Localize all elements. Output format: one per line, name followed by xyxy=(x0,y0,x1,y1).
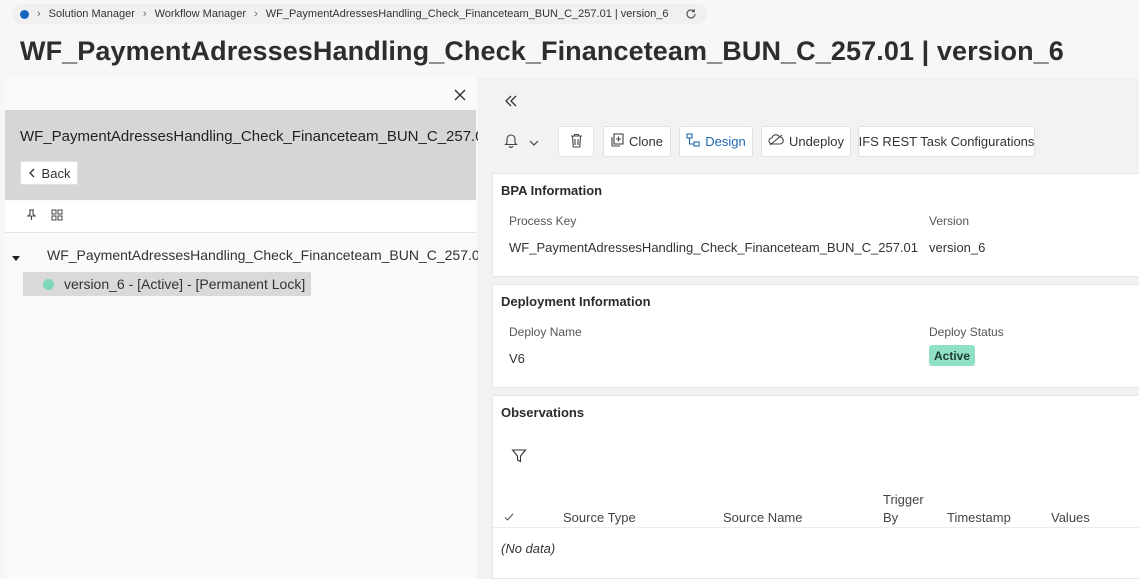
navigator-header: WF_PaymentAdressesHandling_Check_Finance… xyxy=(5,110,492,200)
column-header-trigger[interactable]: Trigger xyxy=(883,491,924,508)
chevron-down-icon xyxy=(529,134,539,149)
rest-task-configurations-button[interactable]: IFS REST Task Configurations xyxy=(858,126,1035,157)
workflow-name: WF_PaymentAdressesHandling_Check_Finance… xyxy=(20,128,492,145)
trash-icon xyxy=(570,133,583,151)
navigator-panel: WF_PaymentAdressesHandling_Check_Finance… xyxy=(5,78,492,579)
back-button[interactable]: Back xyxy=(20,161,78,185)
version-value: version_6 xyxy=(929,240,986,255)
column-header-source-type[interactable]: Source Type xyxy=(563,509,636,526)
deploy-name-label: Deploy Name xyxy=(509,325,582,339)
detail-panel: Clone Design Undeploy IFS REST Task Conf… xyxy=(478,78,1139,579)
card-title: Deployment Information xyxy=(501,294,651,309)
home-icon[interactable] xyxy=(20,9,29,19)
observations-table-header: Source Type Source Name Trigger By Times… xyxy=(493,484,1139,528)
empty-table-message: (No data) xyxy=(501,541,556,556)
column-header-by[interactable]: By xyxy=(883,509,898,526)
bpa-information-card: BPA Information Process Key WF_PaymentAd… xyxy=(492,173,1139,277)
breadcrumb-item-current: WF_PaymentAdressesHandling_Check_Finance… xyxy=(265,8,669,20)
undeploy-button[interactable]: Undeploy xyxy=(761,126,851,157)
column-header-values[interactable]: Values xyxy=(1051,509,1090,526)
close-icon[interactable] xyxy=(452,87,468,103)
chevron-left-icon xyxy=(28,166,36,181)
tree-toolbar xyxy=(5,201,476,233)
chevron-right-icon: › xyxy=(142,8,147,20)
clone-icon xyxy=(611,133,624,150)
refresh-icon[interactable] xyxy=(685,8,697,20)
command-toolbar: Clone Design Undeploy IFS REST Task Conf… xyxy=(478,126,1139,158)
tree-node-label: version_6 - [Active] - [Permanent Lock] xyxy=(64,276,306,292)
process-key-value: WF_PaymentAdressesHandling_Check_Finance… xyxy=(509,240,918,255)
observations-card: Observations Source Type Source Name Tri… xyxy=(492,395,1139,579)
active-status-dot xyxy=(43,278,54,290)
notification-button[interactable] xyxy=(496,126,546,157)
check-icon[interactable] xyxy=(503,510,515,522)
delete-button[interactable] xyxy=(558,126,594,157)
tree-node-version[interactable]: version_6 - [Active] - [Permanent Lock] xyxy=(23,272,312,296)
design-icon xyxy=(686,133,700,150)
bell-icon xyxy=(503,132,518,151)
pin-icon[interactable] xyxy=(26,208,37,226)
chevron-right-icon: › xyxy=(254,8,258,20)
version-label: Version xyxy=(929,214,970,228)
hierarchy-icon[interactable] xyxy=(51,208,63,226)
tree-node-label: WF_PaymentAdressesHandling_Check_Finance… xyxy=(47,247,488,263)
column-header-source-name[interactable]: Source Name xyxy=(723,509,802,526)
page-title: WF_PaymentAdressesHandling_Check_Finance… xyxy=(20,36,1064,66)
deploy-name-value: V6 xyxy=(509,351,525,366)
clone-button[interactable]: Clone xyxy=(603,126,671,157)
chevron-right-icon: › xyxy=(37,8,41,20)
undeploy-icon xyxy=(768,134,784,149)
breadcrumb: › Solution Manager › Workflow Manager › … xyxy=(12,4,707,24)
design-button[interactable]: Design xyxy=(679,126,753,157)
undeploy-label: Undeploy xyxy=(789,134,844,149)
process-key-label: Process Key xyxy=(509,214,577,228)
column-header-timestamp[interactable]: Timestamp xyxy=(947,509,1011,526)
card-title: BPA Information xyxy=(501,183,603,198)
status-badge: Active xyxy=(929,345,976,366)
caret-down-icon[interactable] xyxy=(11,250,21,261)
breadcrumb-item-solution-manager[interactable]: Solution Manager xyxy=(49,8,135,20)
card-title: Observations xyxy=(501,405,585,420)
design-label: Design xyxy=(705,134,746,149)
rest-label: IFS REST Task Configurations xyxy=(858,134,1035,149)
back-label: Back xyxy=(41,165,71,181)
breadcrumb-item-workflow-manager[interactable]: Workflow Manager xyxy=(155,8,247,20)
tree-node-workflow[interactable]: WF_PaymentAdressesHandling_Check_Finance… xyxy=(11,247,487,263)
deployment-information-card: Deployment Information Deploy Name V6 De… xyxy=(492,284,1139,388)
filter-icon[interactable] xyxy=(511,448,527,464)
deploy-status-label: Deploy Status xyxy=(929,325,1004,339)
clone-label: Clone xyxy=(629,134,663,149)
double-chevron-left-icon[interactable] xyxy=(504,94,518,108)
